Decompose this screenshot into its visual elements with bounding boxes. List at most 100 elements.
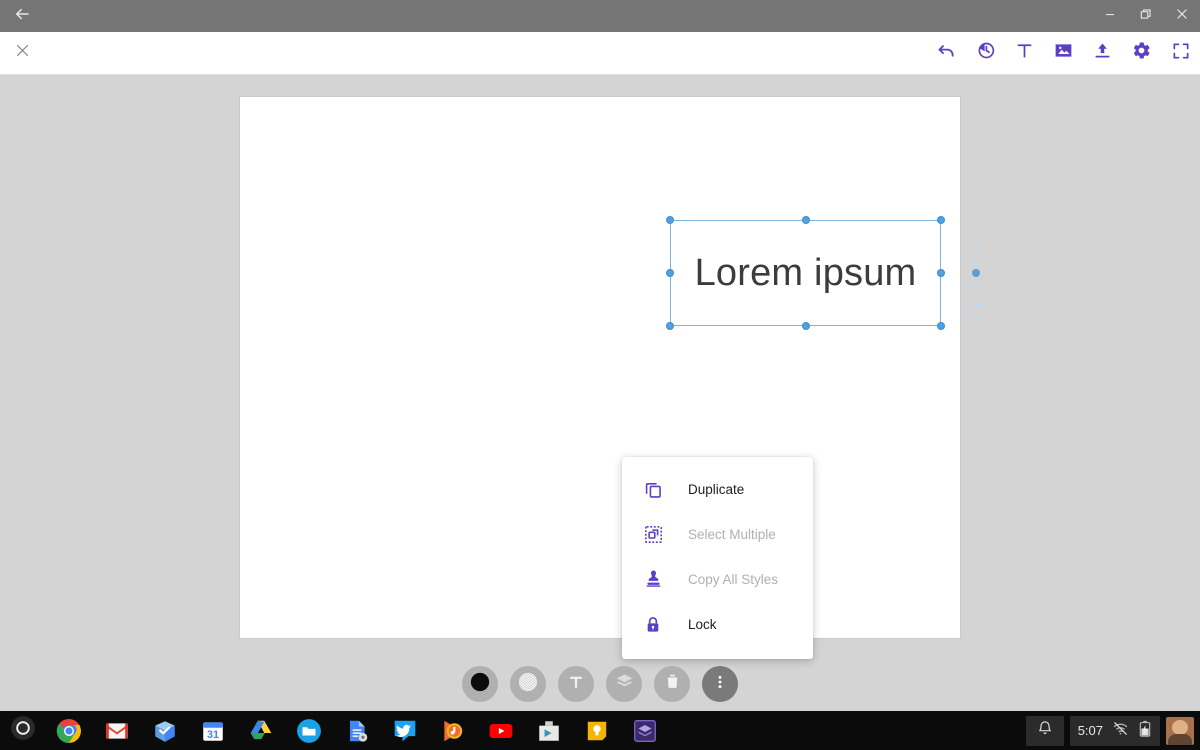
slider-tick [969,309,983,310]
shelf-app-list: 31 [56,718,658,744]
menu-item-select-multiple[interactable]: Select Multiple [622,512,813,557]
resize-handle-middle-right[interactable] [937,269,945,277]
shelf-app-twitter[interactable] [392,718,418,744]
close-icon [14,42,31,64]
text-tool-button[interactable] [1005,32,1044,74]
context-menu[interactable]: Duplicate Select Multiple Copy All Style… [622,457,813,659]
launcher-circle-icon [10,715,36,746]
text-tool-icon [1014,40,1035,66]
selected-text-object[interactable]: Lorem ipsum [666,216,945,330]
text-button[interactable] [558,666,594,702]
resize-handle-bottom-left[interactable] [666,322,674,330]
shelf-app-play-store[interactable] [536,718,562,744]
resize-handle-top-right[interactable] [937,216,945,224]
status-tray-button[interactable]: 5:07 [1069,715,1160,746]
duplicate-icon [640,477,666,503]
undo-icon [936,40,957,66]
user-avatar[interactable] [1166,716,1194,745]
slider-tick [971,263,981,265]
close-icon [1175,7,1189,26]
stamp-icon [640,567,666,593]
minimize-button[interactable] [1092,0,1128,32]
minimize-icon [1103,7,1117,26]
slider-tick [969,236,983,237]
resize-handle-bottom-right[interactable] [937,322,945,330]
undo-button[interactable] [927,32,966,74]
fullscreen-button[interactable] [1161,32,1200,74]
trash-icon [663,672,682,696]
close-editor-button[interactable] [0,32,44,74]
fullscreen-icon [1171,41,1191,66]
resize-handle-top-left[interactable] [666,216,674,224]
shelf-app-keep[interactable] [584,718,610,744]
slider-tick [969,298,983,299]
wifi-off-icon [1112,720,1129,742]
bottom-toolbar [0,657,1200,711]
close-window-button[interactable] [1164,0,1200,32]
app-toolbar [0,32,1200,75]
text-T-icon [566,672,586,697]
menu-item-label: Select Multiple [688,527,776,542]
history-button[interactable] [966,32,1005,74]
upload-button[interactable] [1083,32,1122,74]
slider-tick [971,230,981,232]
delete-button[interactable] [654,666,690,702]
resize-handle-middle-left[interactable] [666,269,674,277]
upload-icon [1092,40,1113,66]
screen: Lorem ipsum Duplicate Select Multiple Co… [0,0,1200,750]
layers-button[interactable] [606,666,642,702]
notification-button[interactable] [1025,715,1064,746]
shelf-app-inbox[interactable] [152,718,178,744]
shelf-app-chrome[interactable] [56,718,82,744]
shelf-app-play-music[interactable] [440,718,466,744]
back-button[interactable] [0,0,44,32]
font-size-slider[interactable] [968,225,984,321]
slider-tick [969,287,983,288]
shelf-app-files[interactable] [296,718,322,744]
slider-tick [969,320,983,321]
restore-icon [1139,7,1153,26]
slider-tick [969,247,983,248]
image-icon [1053,40,1074,66]
text-content[interactable]: Lorem ipsum [670,220,941,326]
clock-label: 5:07 [1077,723,1103,738]
three-dots-vertical-icon [711,673,729,696]
color-swatch-button[interactable] [462,666,498,702]
slider-tick [971,241,981,243]
launcher-button[interactable] [4,716,42,746]
layers-icon [614,671,635,697]
shelf-app-docs[interactable] [344,718,370,744]
shelf-app-youtube[interactable] [488,718,514,744]
shelf-app-gmail[interactable] [104,718,130,744]
shelf-app-purple-app[interactable] [632,718,658,744]
svg-text:31: 31 [207,729,219,741]
menu-item-label: Lock [688,617,717,632]
image-button[interactable] [1044,32,1083,74]
black-circle-icon [469,671,491,698]
window-titlebar [0,0,1200,32]
shelf-app-drive[interactable] [248,718,274,744]
slider-tick [971,314,981,316]
menu-item-label: Duplicate [688,482,745,497]
slider-tick [971,292,981,294]
select-multiple-icon [640,522,666,548]
shelf-app-calendar[interactable]: 31 [200,718,226,744]
slider-tick [971,303,981,305]
menu-item-label: Copy All Styles [688,572,779,587]
menu-item-lock[interactable]: Lock [622,602,813,647]
lock-icon [640,612,666,638]
design-canvas[interactable]: Lorem ipsum [240,97,983,638]
resize-handle-top-center[interactable] [801,216,810,224]
slider-tick [969,258,983,259]
editor-workspace[interactable]: Lorem ipsum Duplicate Select Multiple Co… [0,75,1200,711]
battery-charging-icon [1138,720,1152,742]
menu-item-copy-all-styles[interactable]: Copy All Styles [622,557,813,602]
menu-item-duplicate[interactable]: Duplicate [622,467,813,512]
settings-button[interactable] [1122,32,1161,74]
opacity-button[interactable] [510,666,546,702]
resize-handle-bottom-center[interactable] [801,322,810,330]
more-options-button[interactable] [702,666,738,702]
checker-circle-icon [517,671,539,698]
maximize-button[interactable] [1128,0,1164,32]
slider-thumb[interactable] [972,269,980,277]
